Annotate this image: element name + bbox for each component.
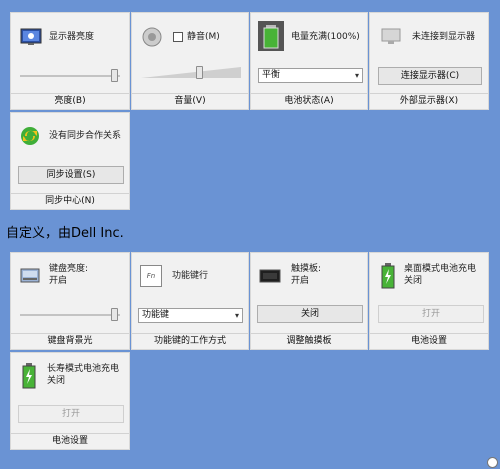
connect-display-button[interactable]: 连接显示器(C) [378, 67, 482, 85]
external-monitor-icon [381, 28, 401, 44]
touchpad-title: 触摸板: 开启 [291, 264, 322, 286]
brightness-footer[interactable]: 亮度(B) [11, 93, 129, 106]
tile-touchpad[interactable]: 触摸板: 开启 关闭 调整触摸板 [250, 252, 368, 350]
volume-footer[interactable]: 音量(V) [132, 93, 248, 106]
chevron-down-icon: ▾ [354, 71, 359, 80]
chevron-down-icon: ▾ [234, 311, 239, 320]
brightness-slider-track[interactable] [20, 75, 120, 77]
tile-brightness[interactable]: 显示器亮度 亮度(B) [10, 12, 130, 110]
fn-keys-footer[interactable]: 功能键的工作方式 [132, 333, 248, 346]
volume-slider-track[interactable] [141, 67, 241, 79]
power-plan-value: 平衡 [262, 70, 281, 80]
sync-settings-button[interactable]: 同步设置(S) [18, 166, 124, 184]
longevity-battery-footer[interactable]: 电池设置 [11, 433, 129, 446]
external-display-footer[interactable]: 外部显示器(X) [370, 93, 488, 106]
brightness-slider-thumb[interactable] [111, 69, 118, 82]
longevity-battery-title: 长寿模式电池充电 关闭 [47, 364, 120, 386]
tile-external-display[interactable]: 未连接到显示器 连接显示器(C) 外部显示器(X) [369, 12, 489, 110]
fn-keys-title: 功能键行 [172, 271, 209, 281]
fn-key-icon: Fn [140, 265, 162, 287]
battery-charging-icon [381, 263, 395, 289]
tile-volume[interactable]: 静音(M) 音量(V) [131, 12, 249, 110]
speaker-icon [142, 27, 162, 47]
sync-footer[interactable]: 同步中心(N) [11, 193, 129, 206]
tile-fn-keys[interactable]: Fn 功能键行 功能键 ▾ 功能键的工作方式 [131, 252, 249, 350]
desktop-battery-title: 桌面模式电池充电 关闭 [404, 264, 477, 286]
keyboard-backlight-slider-thumb[interactable] [111, 308, 118, 321]
monitor-brightness-icon [20, 28, 42, 45]
tile-sync-center[interactable]: 没有同步合作关系 同步设置(S) 同步中心(N) [10, 112, 130, 210]
keyboard-backlight-slider-track[interactable] [20, 314, 120, 316]
mute-checkbox[interactable] [173, 32, 183, 42]
touchpad-icon [259, 269, 281, 283]
touchpad-footer[interactable]: 调整触摸板 [251, 333, 367, 346]
touchpad-off-button[interactable]: 关闭 [257, 305, 363, 323]
cursor-icon [487, 457, 498, 468]
keyboard-icon [20, 268, 40, 283]
battery-footer[interactable]: 电池状态(A) [251, 93, 367, 106]
battery-charging-icon [22, 363, 36, 389]
volume-slider-thumb[interactable] [196, 66, 203, 79]
keyboard-backlight-title: 键盘亮度: 开启 [49, 264, 89, 286]
desktop-battery-on-button[interactable]: 打开 [378, 305, 484, 323]
tile-desktop-battery[interactable]: 桌面模式电池充电 关闭 打开 电池设置 [369, 252, 489, 350]
longevity-battery-on-button[interactable]: 打开 [18, 405, 124, 423]
keyboard-backlight-footer[interactable]: 键盘背景光 [11, 333, 129, 346]
desktop-battery-footer[interactable]: 电池设置 [370, 333, 488, 346]
tile-battery-status[interactable]: 电量充满(100%) 平衡 ▾ 电池状态(A) [250, 12, 368, 110]
mute-label[interactable]: 静音(M) [187, 31, 220, 43]
tile-longevity-battery[interactable]: 长寿模式电池充电 关闭 打开 电池设置 [10, 352, 130, 450]
section-heading: 自定义，由Dell Inc. [6, 226, 124, 241]
battery-title: 电量充满(100%) [291, 32, 360, 42]
tile-keyboard-backlight[interactable]: 键盘亮度: 开启 键盘背景光 [10, 252, 130, 350]
sync-title: 没有同步合作关系 [49, 131, 122, 141]
brightness-title: 显示器亮度 [49, 32, 95, 42]
external-display-title: 未连接到显示器 [412, 32, 476, 42]
sync-icon [21, 127, 39, 145]
fn-keys-select[interactable]: 功能键 ▾ [138, 308, 243, 323]
power-plan-select[interactable]: 平衡 ▾ [258, 68, 363, 83]
top-strip [0, 0, 500, 5]
battery-full-icon [258, 21, 284, 51]
fn-keys-value: 功能键 [142, 310, 170, 320]
